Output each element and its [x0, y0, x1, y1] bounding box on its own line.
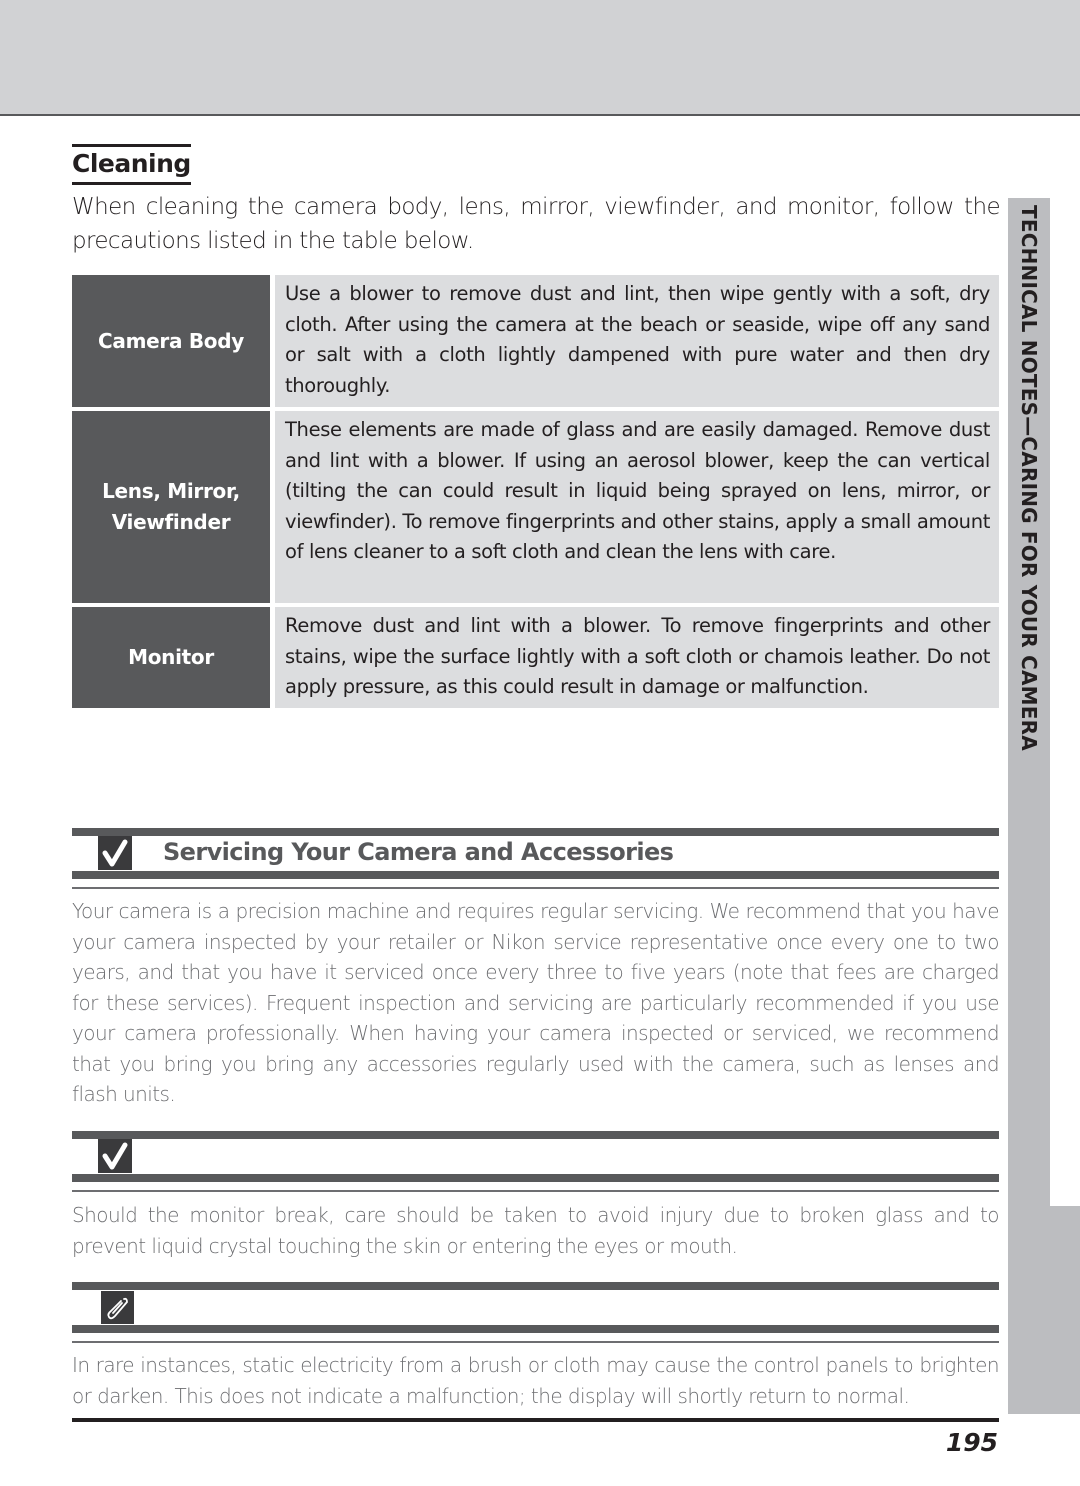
row-label-line: Viewfinder — [111, 510, 231, 534]
row-label-line: Lens, Mirror, — [102, 479, 240, 503]
cleaning-intro: When cleaning the camera body, lens, mir… — [72, 194, 1001, 254]
note-header-static — [72, 1282, 999, 1344]
note-header-servicing: Servicing Your Camera and Accessories — [72, 828, 999, 890]
checkmark-icon — [98, 836, 132, 870]
row-label-camera-body: Camera Body — [72, 275, 270, 407]
row-label-monitor: Monitor — [72, 607, 270, 708]
note-header-monitor-break — [72, 1131, 999, 1193]
note-bar-bottom — [72, 1174, 999, 1182]
header-rule — [0, 114, 1080, 116]
row-label-lens-mirror-viewfinder: Lens, Mirror, Viewfinder — [72, 411, 270, 603]
note-title: Servicing Your Camera and Accessories — [163, 838, 674, 866]
table-row: Camera Body Use a blower to remove dust … — [72, 275, 999, 407]
note-rule — [72, 1341, 999, 1343]
checkmark-icon — [98, 1139, 132, 1173]
table-row: Lens, Mirror, Viewfinder These elements … — [72, 411, 999, 603]
note-body-static: In rare instances, static electricity fr… — [72, 1353, 1000, 1408]
page-header-band — [0, 0, 1080, 114]
note-bar-bottom — [72, 871, 999, 879]
cleaning-table: Camera Body Use a blower to remove dust … — [72, 275, 999, 712]
chapter-tab-label: TECHNICAL NOTES—CARING FOR YOUR CAMERA — [1017, 205, 1041, 751]
note-bar-bottom — [72, 1325, 999, 1333]
note-bar-top — [72, 1282, 999, 1290]
note-body-monitor-break: Should the monitor break, care should be… — [72, 1203, 1000, 1258]
note-rule — [72, 1190, 999, 1192]
chapter-tab-footer-block — [1008, 1206, 1080, 1414]
cleaning-title: Cleaning — [72, 144, 191, 185]
note-body-servicing: Your camera is a precision machine and r… — [72, 899, 1000, 1106]
paperclip-icon — [101, 1291, 134, 1324]
note-bar-top — [72, 1131, 999, 1139]
row-description: These elements are made of glass and are… — [275, 411, 999, 603]
note-rule — [72, 887, 999, 889]
footer-rule — [72, 1418, 999, 1422]
table-row: Monitor Remove dust and lint with a blow… — [72, 607, 999, 708]
page-number: 195 — [945, 1428, 998, 1457]
cleaning-heading: Cleaning — [72, 144, 191, 185]
row-description: Remove dust and lint with a blower. To r… — [275, 607, 999, 708]
row-description: Use a blower to remove dust and lint, th… — [275, 275, 999, 407]
